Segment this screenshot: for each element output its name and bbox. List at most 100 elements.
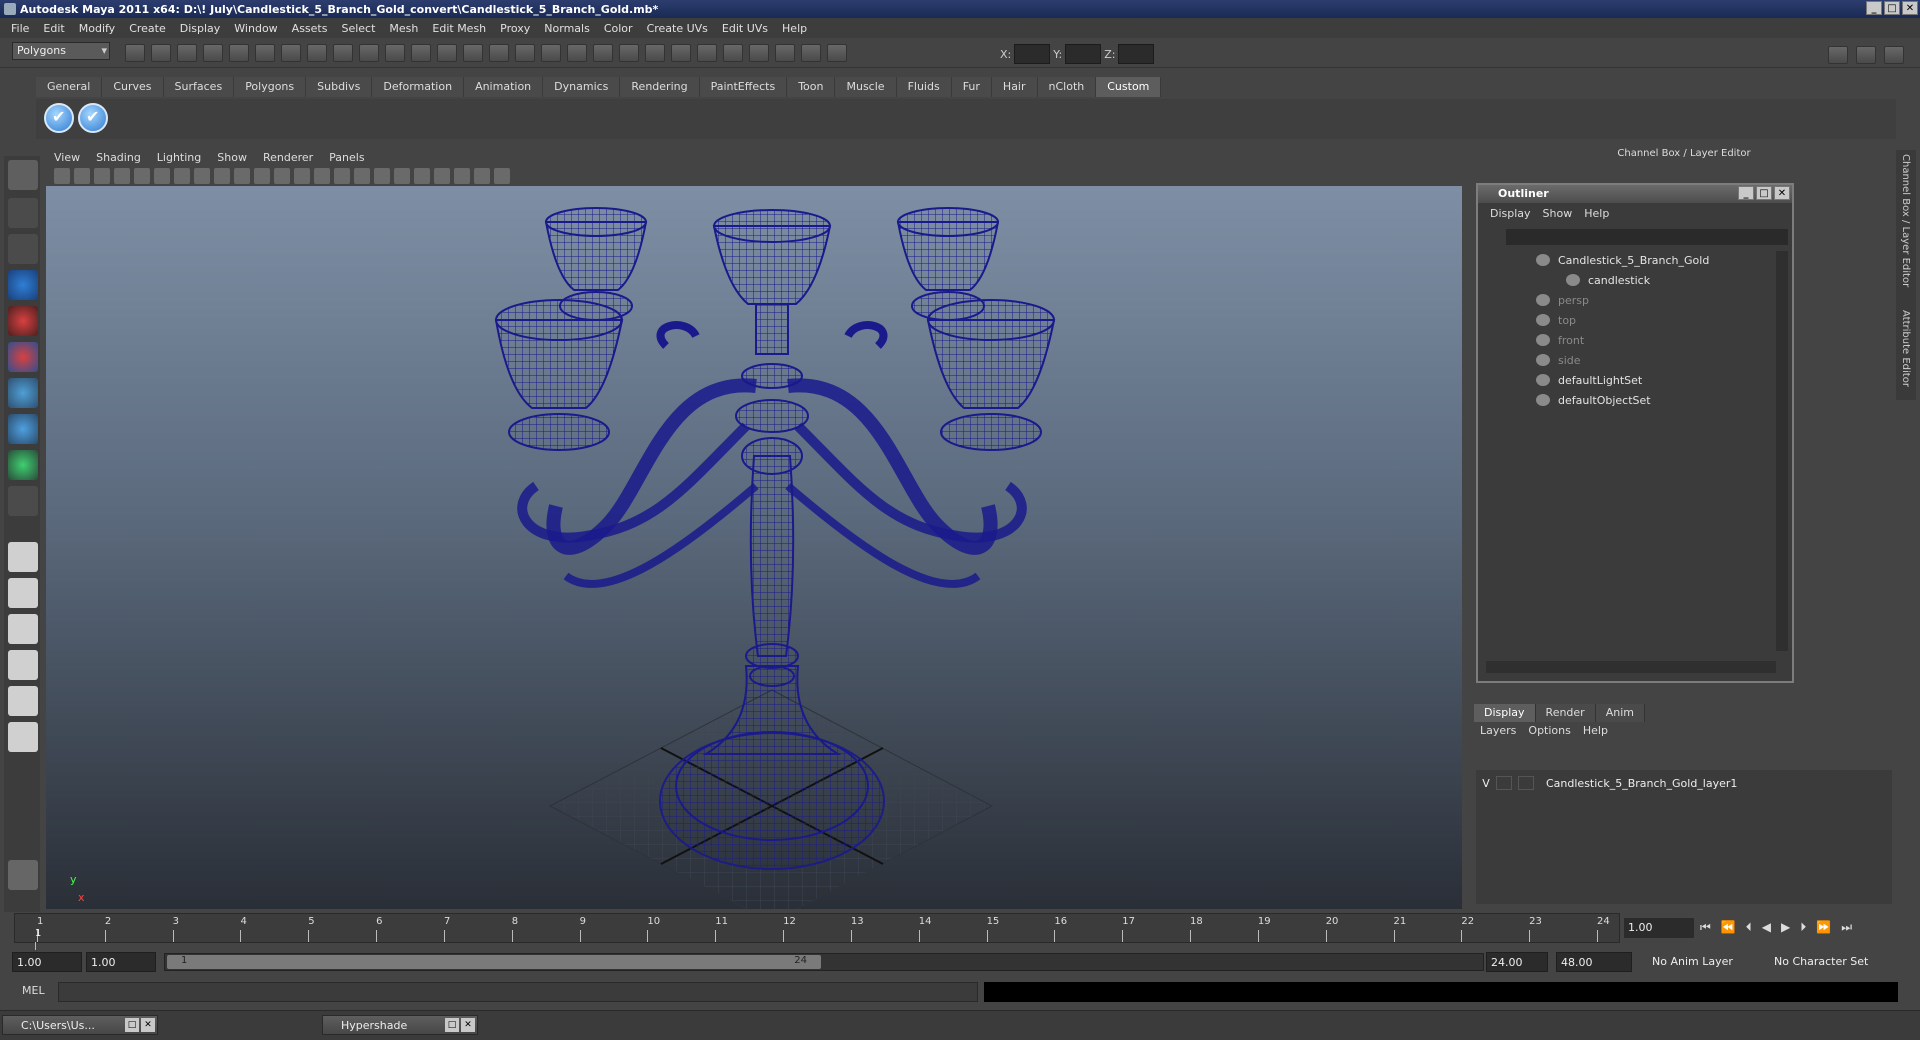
outliner-close-button[interactable]: ✕ <box>1774 186 1790 200</box>
render-frame-icon[interactable] <box>437 44 457 62</box>
menu-assets[interactable]: Assets <box>285 22 335 35</box>
perspective-viewport[interactable]: y x <box>46 186 1462 909</box>
outliner-item[interactable]: top <box>1536 311 1576 329</box>
smooth-wire-icon[interactable] <box>334 168 350 184</box>
persp-graph-layout-icon[interactable] <box>8 722 38 752</box>
render-view-icon[interactable] <box>671 44 691 62</box>
menu-proxy[interactable]: Proxy <box>493 22 537 35</box>
anim-layer-dropdown[interactable]: No Anim Layer <box>1648 952 1733 972</box>
toolbox-options-icon[interactable] <box>8 860 38 890</box>
menu-color[interactable]: Color <box>597 22 640 35</box>
menu-edit-mesh[interactable]: Edit Mesh <box>425 22 493 35</box>
select-component-icon[interactable] <box>255 44 275 62</box>
last-tool-icon[interactable] <box>8 486 38 516</box>
side-tab-channel-box[interactable]: Channel Box / Layer Editor <box>1900 154 1911 287</box>
menu-normals[interactable]: Normals <box>537 22 597 35</box>
shelf-tab-custom[interactable]: Custom <box>1096 77 1162 97</box>
snap-plane-icon[interactable] <box>359 44 379 62</box>
xray-active-icon[interactable] <box>474 168 490 184</box>
wireframe-icon[interactable] <box>294 168 310 184</box>
go-to-end-icon[interactable]: ⏭ <box>1841 920 1852 935</box>
move-tool-icon[interactable] <box>8 270 38 300</box>
animation-start-field[interactable]: 1.00 <box>12 952 82 972</box>
scale-tool-icon[interactable] <box>8 342 38 372</box>
gate-mask-icon[interactable] <box>214 168 230 184</box>
shelf-tab-general[interactable]: General <box>36 77 103 97</box>
select-tool-icon[interactable] <box>8 160 38 190</box>
snap-surface-icon[interactable] <box>385 44 405 62</box>
shelf-tab-surfaces[interactable]: Surfaces <box>163 77 235 97</box>
channel-box-toggle-icon[interactable] <box>1884 46 1904 64</box>
minimized-hypershade-window[interactable]: Hypershade □ ✕ <box>322 1015 478 1035</box>
play-backwards-icon[interactable]: ◀ <box>1762 920 1771 935</box>
menu-edit-uvs[interactable]: Edit UVs <box>715 22 775 35</box>
outliner-persp-layout-icon[interactable] <box>8 614 38 644</box>
vp-menu-panels[interactable]: Panels <box>321 151 372 164</box>
new-scene-icon[interactable] <box>125 44 145 62</box>
vp-menu-shading[interactable]: Shading <box>88 151 149 164</box>
outliner-menu-show[interactable]: Show <box>1537 207 1579 220</box>
hypershade-icon[interactable] <box>515 44 535 62</box>
shelf-tab-dynamics[interactable]: Dynamics <box>543 77 621 97</box>
maximize-button[interactable]: □ <box>1884 1 1900 15</box>
vp-menu-view[interactable]: View <box>46 151 88 164</box>
step-forward-key-icon[interactable]: ⏩ <box>1816 920 1831 935</box>
y-field[interactable] <box>1065 44 1102 64</box>
outliner-maximize-button[interactable]: □ <box>1756 186 1772 200</box>
step-back-frame-icon[interactable]: ⏴ <box>1746 920 1752 935</box>
highlight-selection-icon[interactable] <box>645 44 665 62</box>
four-view-layout-icon[interactable] <box>8 578 38 608</box>
minimize-button[interactable]: _ <box>1866 1 1882 15</box>
time-slider[interactable]: 1 2 3 4 5 6 7 8 9 10 11 12 13 14 15 16 17 18 19 20 21 22 23 24 1 <box>14 913 1620 954</box>
shelf-tab-muscle[interactable]: Muscle <box>835 77 897 97</box>
minimized-explorer-window[interactable]: C:\Users\Us... □ ✕ <box>2 1015 158 1035</box>
menu-display[interactable]: Display <box>173 22 228 35</box>
restore-icon[interactable]: □ <box>445 1018 459 1032</box>
universal-manipulator-icon[interactable] <box>8 378 38 408</box>
snap-point-icon[interactable] <box>333 44 353 62</box>
outliner-item[interactable]: Candlestick_5_Branch_Gold <box>1536 251 1709 269</box>
xray-joints-icon[interactable] <box>454 168 470 184</box>
soft-mod-tool-icon[interactable] <box>8 414 38 444</box>
grid-icon[interactable] <box>801 44 821 62</box>
ipr-icon[interactable] <box>697 44 717 62</box>
select-hierarchy-icon[interactable] <box>203 44 223 62</box>
film-gate-icon[interactable] <box>174 168 190 184</box>
layer-tab-render[interactable]: Render <box>1535 704 1596 722</box>
shadows-icon[interactable] <box>394 168 410 184</box>
camera-icon[interactable] <box>775 44 795 62</box>
tool-settings-toggle-icon[interactable] <box>1856 46 1876 64</box>
go-to-start-icon[interactable]: ⏮ <box>1700 920 1711 935</box>
layer-menu-layers[interactable]: Layers <box>1474 724 1522 742</box>
playback-end-field[interactable]: 24.00 <box>1486 952 1548 972</box>
outliner-menu-display[interactable]: Display <box>1484 207 1537 220</box>
close-button[interactable]: ✕ <box>1902 1 1918 15</box>
sound-icon[interactable] <box>749 44 769 62</box>
shelf-tab-fur[interactable]: Fur <box>951 77 992 97</box>
close-icon[interactable]: ✕ <box>461 1018 475 1032</box>
menu-edit[interactable]: Edit <box>36 22 71 35</box>
ipr-render-icon[interactable] <box>463 44 483 62</box>
outliner-item[interactable]: front <box>1536 331 1584 349</box>
safe-action-icon[interactable] <box>254 168 270 184</box>
snap-curve-icon[interactable] <box>307 44 327 62</box>
save-scene-icon[interactable] <box>177 44 197 62</box>
menu-create-uvs[interactable]: Create UVs <box>640 22 715 35</box>
outliner-menu-help[interactable]: Help <box>1578 207 1615 220</box>
shelf-tab-deformation[interactable]: Deformation <box>372 77 465 97</box>
shelf-tab-painteffects[interactable]: PaintEffects <box>699 77 788 97</box>
shelf-tab-toon[interactable]: Toon <box>787 77 836 97</box>
layer-tab-display[interactable]: Display <box>1474 704 1536 722</box>
image-plane-icon[interactable] <box>94 168 110 184</box>
outliner-item[interactable]: candlestick <box>1566 271 1650 289</box>
restore-icon[interactable]: □ <box>125 1018 139 1032</box>
lock-selection-icon[interactable] <box>619 44 639 62</box>
layer-tab-anim[interactable]: Anim <box>1595 704 1645 722</box>
outliner-item[interactable]: side <box>1536 351 1581 369</box>
grid-toggle-icon[interactable] <box>154 168 170 184</box>
transform-mode-icon[interactable] <box>827 44 847 62</box>
side-tab-attribute-editor[interactable]: Attribute Editor <box>1900 310 1911 387</box>
layer-menu-options[interactable]: Options <box>1522 724 1576 742</box>
mel-input[interactable] <box>58 982 978 1002</box>
single-view-layout-icon[interactable] <box>8 542 38 572</box>
